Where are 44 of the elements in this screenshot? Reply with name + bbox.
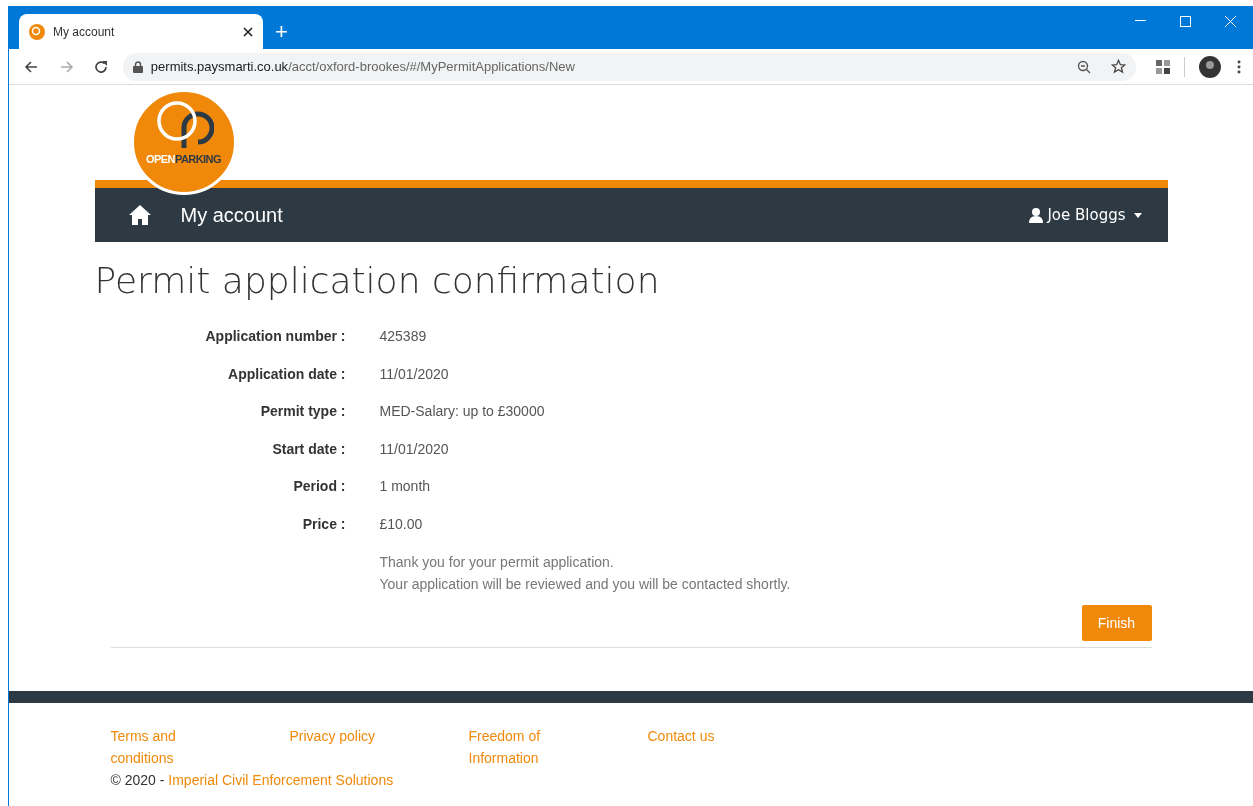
page-title: Permit application confirmation: [94, 259, 661, 303]
user-icon: [1029, 207, 1044, 223]
detail-label: Period :: [292, 477, 346, 496]
site-icon: [29, 23, 45, 40]
menu-icon[interactable]: [1237, 59, 1241, 74]
detail-label: Permit type :: [259, 402, 346, 421]
browser-tab[interactable]: My account: [19, 14, 263, 49]
detail-label: Application date :: [227, 364, 346, 384]
caret-icon: [1133, 212, 1142, 218]
close-icon[interactable]: [243, 26, 253, 37]
footer-link[interactable]: Freedom of Information: [468, 725, 569, 769]
avatar-icon[interactable]: [1199, 55, 1221, 78]
star-icon[interactable]: [1111, 59, 1127, 74]
detail-value: 425389: [379, 327, 427, 346]
new-tab-button[interactable]: +: [263, 14, 300, 49]
message-text: Thank you for your permit application.: [379, 553, 615, 572]
logo-text: OPENPARKING: [145, 154, 221, 165]
detail-value: 1 month: [379, 477, 431, 496]
detail-label: Application number :: [204, 327, 346, 346]
maximize-icon[interactable]: [1180, 15, 1191, 27]
reload-icon[interactable]: [92, 58, 109, 75]
footer-link[interactable]: Contact us: [647, 725, 748, 747]
detail-value: £10.00: [379, 514, 423, 534]
detail-label: Price :: [301, 514, 346, 534]
url-text: permits.paysmarti.co.uk/acct/oxford-brookes/#/MyPermitApplications/New: [150, 57, 576, 76]
footer-link[interactable]: Terms and conditions: [110, 725, 211, 769]
detail-value: 11/01/2020: [379, 364, 449, 384]
user-menu[interactable]: Joe Bloggs: [1029, 203, 1142, 227]
navbar-title[interactable]: My account: [180, 200, 283, 230]
footer-link[interactable]: Privacy policy: [289, 725, 390, 747]
address-bar[interactable]: permits.paysmarti.co.uk/acct/oxford-brookes/#/MyPermitApplications/New: [122, 52, 1137, 81]
message-text: Your application will be reviewed and you will be contacted shortly.: [379, 575, 792, 594]
company-link[interactable]: Imperial Civil Enforcement Solutions: [168, 772, 394, 788]
detail-value: MED-Salary: up to £30000: [379, 402, 545, 421]
minimize-icon[interactable]: [1135, 20, 1146, 22]
zoom-out-icon[interactable]: [1077, 59, 1092, 74]
copyright-text: © 2020 - Imperial Civil Enforcement Solutions: [110, 771, 395, 790]
tab-title: My account: [53, 23, 116, 41]
finish-button[interactable]: Finish: [1081, 605, 1152, 641]
lock-icon: [132, 60, 143, 73]
home-icon[interactable]: [128, 205, 151, 225]
detail-label: Start date :: [271, 439, 346, 459]
qr-code-icon[interactable]: [1156, 59, 1171, 74]
detail-value: 11/01/2020: [379, 439, 449, 459]
